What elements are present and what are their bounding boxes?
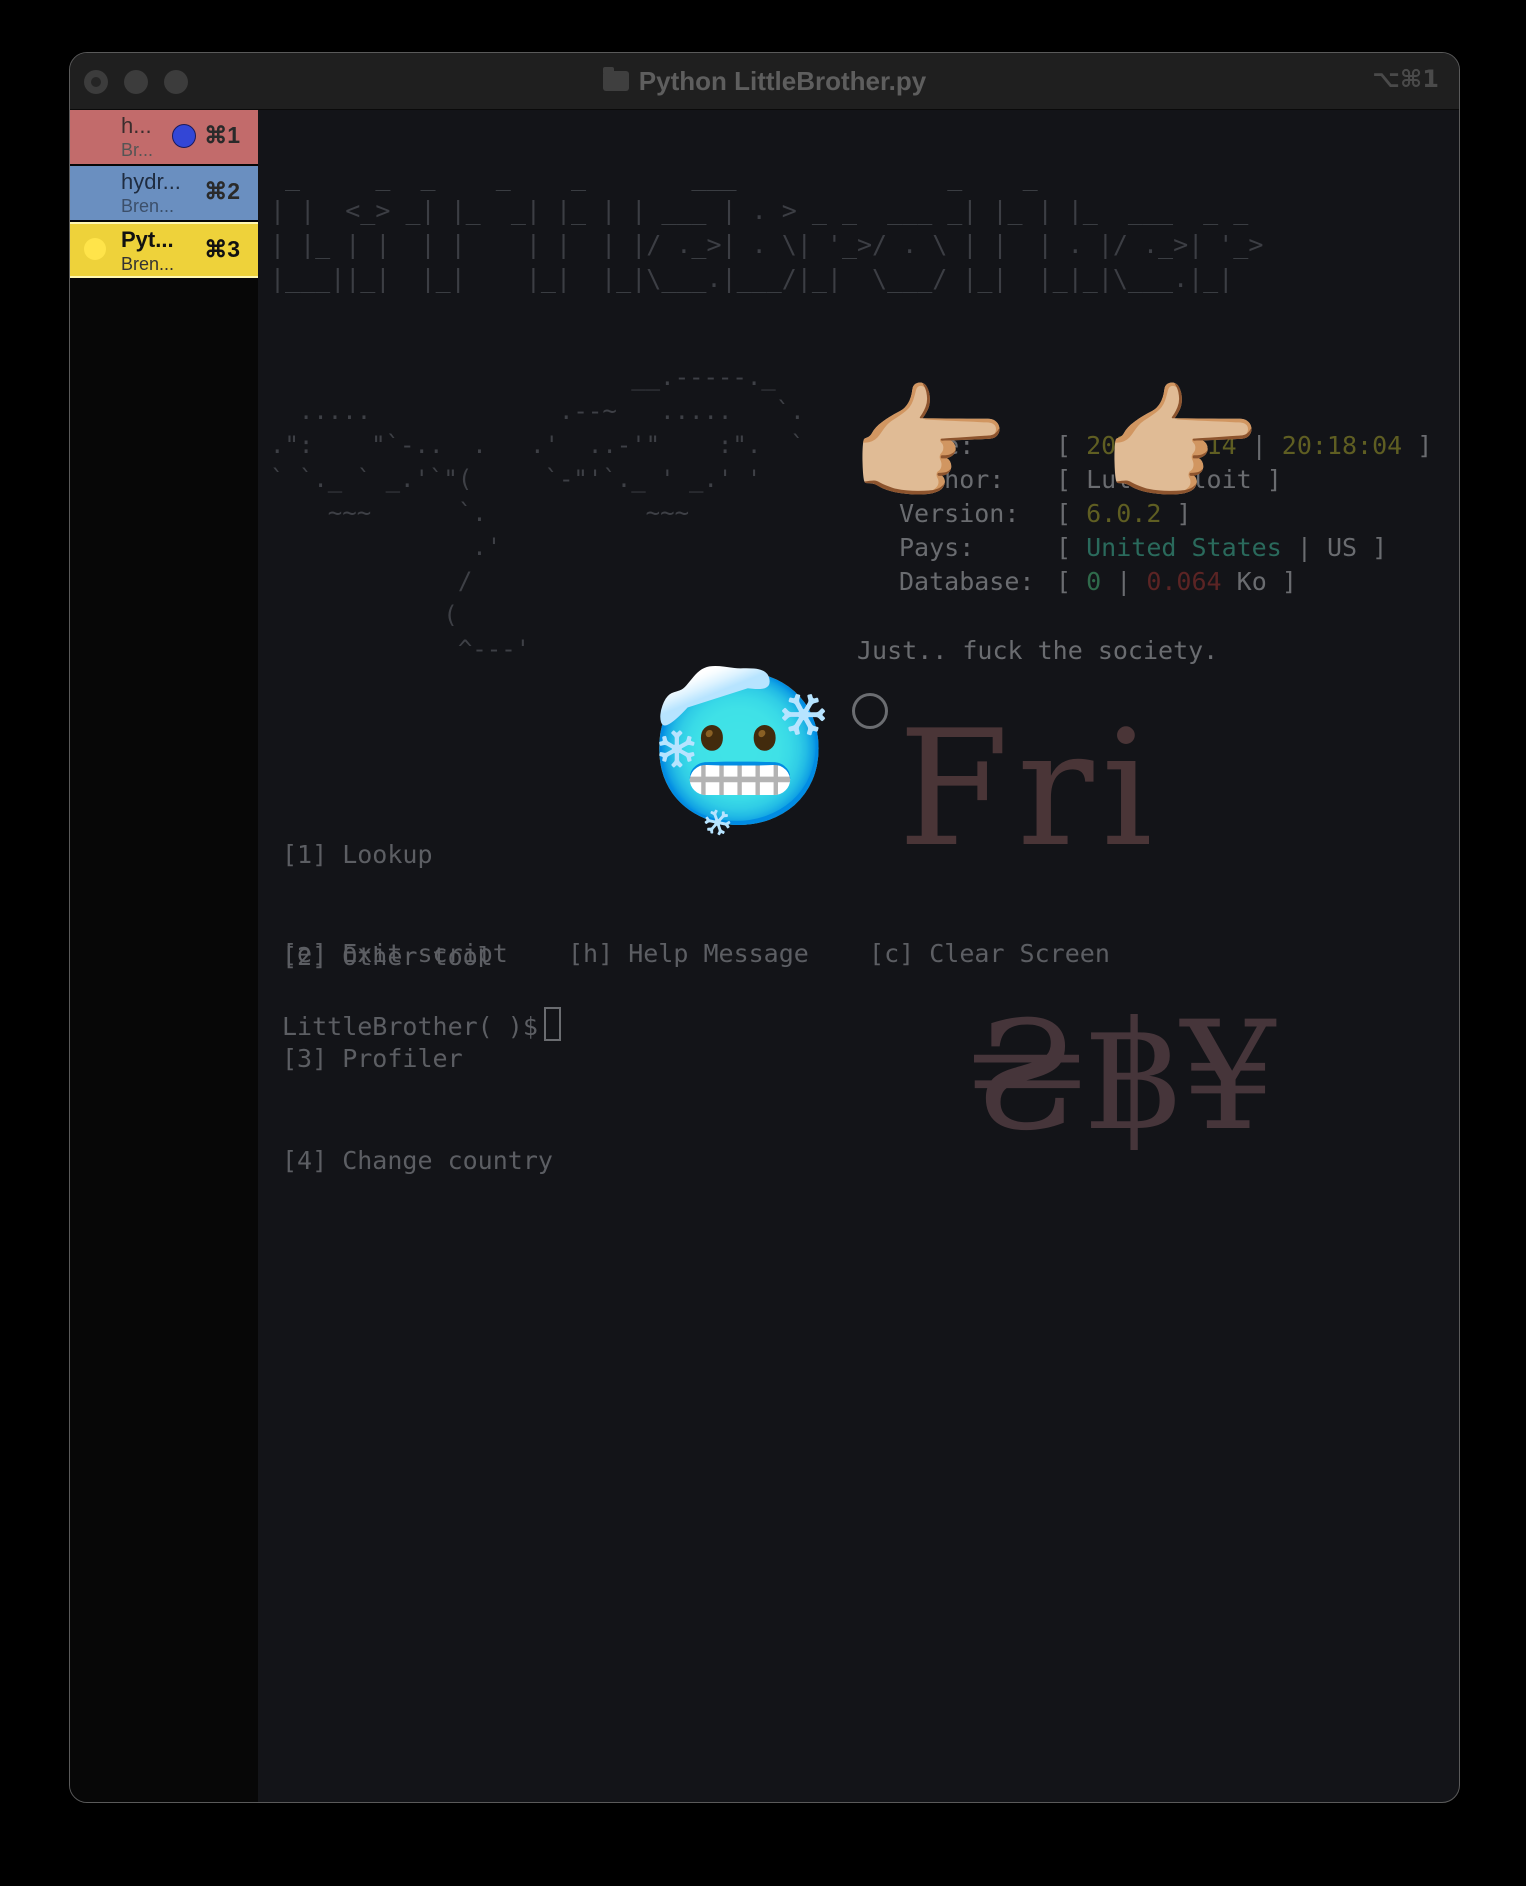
tab-2[interactable]: hydr... Bren... ⌘2 [70, 166, 258, 220]
help-option[interactable]: [h] Help Message [568, 939, 809, 968]
window-shortcut: ⌥⌘1 [1372, 65, 1439, 93]
menu-item-change-country[interactable]: [4] Change country [282, 1144, 553, 1178]
fri-sticker: Fri [898, 695, 1161, 882]
tab-shortcut: ⌘2 [204, 178, 240, 204]
folder-icon [602, 67, 629, 91]
circle-icon [852, 693, 888, 729]
control-options: [e] Exit script [h] Help Message [c] Cle… [282, 939, 1110, 968]
activity-indicator-icon [172, 124, 196, 148]
slogan-text: Just.. fuck the society. [857, 636, 1219, 665]
pays-country: United States [1086, 533, 1282, 562]
tab-shortcut: ⌘3 [204, 236, 240, 262]
menu-item-profiler[interactable]: [3] Profiler [282, 1042, 553, 1076]
tab-subtitle: Br... [121, 140, 154, 160]
ascii-banner: _ _ _ _ _ ___ _ _ | | <_> _| |_ _| |_ | … [270, 162, 1264, 293]
database-row: Database:[ 0 | 0.064 Ko ] [899, 567, 1297, 596]
db-count: 0 [1086, 567, 1102, 596]
menu-item-lookup[interactable]: [1] Lookup [282, 838, 553, 872]
tab-subtitle: Bren... [121, 196, 175, 216]
tab-title: hydr... [121, 169, 181, 194]
terminal-pane[interactable]: _ _ _ _ _ ___ _ _ | | <_> _| |_ _| |_ | … [258, 110, 1459, 1802]
ascii-art: __.-----._ ..... .--~ ..... `. .": "`-..… [270, 363, 805, 663]
tab-status-icon [84, 238, 106, 260]
pointing-hand-icon: 👉🏼 [1100, 369, 1262, 521]
terminal-window: Python LittleBrother.py ⌥⌘1 h... Br... ⌘… [69, 52, 1460, 1803]
time-clock: 20:18:04 [1281, 431, 1403, 460]
clear-option[interactable]: [c] Clear Screen [869, 939, 1110, 968]
pointing-hand-icon: 👉🏼 [848, 369, 1010, 521]
tab-title: Pyt... [121, 227, 174, 252]
tab-1[interactable]: h... Br... ⌘1 [70, 110, 258, 164]
tab-title: h... [121, 113, 152, 138]
tab-sidebar: h... Br... ⌘1 hydr... Bren... ⌘2 Pyt... … [70, 110, 258, 1802]
window-title: Python LittleBrother.py [638, 65, 927, 96]
pays-code: US [1326, 533, 1358, 562]
exit-option[interactable]: [e] Exit script [282, 939, 508, 968]
currency-sticker: ₴฿¥ [968, 990, 1276, 1164]
command-prompt[interactable]: LittleBrother( )$ [282, 1007, 561, 1041]
text-cursor [543, 1007, 561, 1041]
tab-subtitle: Bren... [121, 254, 175, 274]
db-unit: Ko [1236, 567, 1267, 596]
prompt-text: LittleBrother( )$ [282, 1012, 538, 1041]
tab-shortcut: ⌘1 [204, 122, 240, 148]
pays-row: Pays:[ United States | US ] [899, 533, 1388, 562]
tab-3-active[interactable]: Pyt... Bren... ⌘3 [70, 222, 258, 278]
db-size: 0.064 [1146, 567, 1222, 596]
cold-face-emoji-icon: 🥶 [646, 663, 833, 837]
title-bar[interactable]: Python LittleBrother.py ⌥⌘1 [70, 53, 1459, 110]
